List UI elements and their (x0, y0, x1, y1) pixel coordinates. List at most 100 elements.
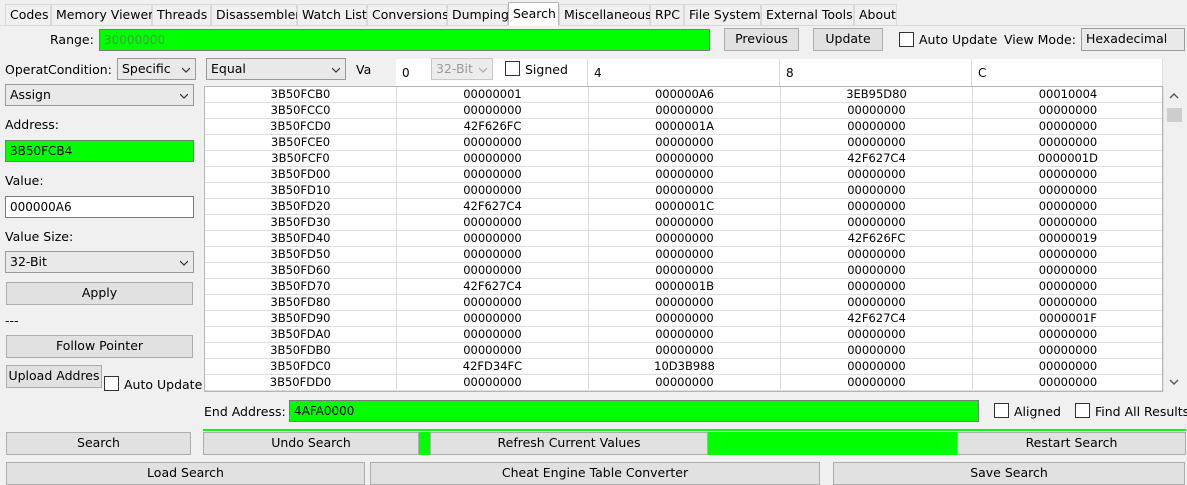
value-cell-4[interactable]: 10D3B988 (589, 359, 781, 375)
table-row[interactable]: 3B50FDD0 00000000 00000000 00000000 00000000 (205, 375, 1162, 391)
value-cell-0[interactable]: 00000000 (397, 135, 589, 151)
value-cell-8[interactable]: 42F627C4 (781, 151, 973, 167)
load-search-button[interactable]: Load Search (6, 462, 365, 485)
value-cell-4[interactable]: 000000A6 (589, 87, 781, 103)
tab-about[interactable]: About (854, 4, 897, 25)
scroll-down-icon[interactable] (1169, 378, 1179, 386)
value-cell-c[interactable]: 00000000 (973, 327, 1162, 343)
value-cell-c[interactable]: 00000000 (973, 295, 1162, 311)
value-cell-4[interactable]: 0000001B (589, 279, 781, 295)
value-cell-c[interactable]: 00000000 (973, 183, 1162, 199)
tab-miscellaneous[interactable]: Miscellaneous (559, 4, 652, 25)
update-button[interactable]: Update (813, 28, 883, 51)
address-cell[interactable]: 3B50FCC0 (205, 103, 397, 119)
table-row[interactable]: 3B50FCF0 00000000 00000000 42F627C4 0000001D (205, 151, 1162, 167)
value-cell-0[interactable]: 42F626FC (397, 119, 589, 135)
tab-file-system[interactable]: File System (684, 4, 761, 25)
value-cell-0[interactable]: 42F627C4 (397, 279, 589, 295)
value-cell-0[interactable]: 00000000 (397, 151, 589, 167)
value-cell-4[interactable]: 00000000 (589, 215, 781, 231)
value-cell-c[interactable]: 00000000 (973, 359, 1162, 375)
table-row[interactable]: 3B50FD70 42F627C4 0000001B 00000000 00000000 (205, 279, 1162, 295)
value-cell-0[interactable]: 00000000 (397, 311, 589, 327)
table-row[interactable]: 3B50FCB0 00000001 000000A6 3EB95D80 00010004 (205, 87, 1162, 103)
value-cell-c[interactable]: 0000001D (973, 151, 1162, 167)
upload-address-button[interactable]: Upload Addres (6, 365, 102, 388)
value-cell-0[interactable]: 00000000 (397, 167, 589, 183)
value-cell-8[interactable]: 00000000 (781, 247, 973, 263)
view-mode-select[interactable]: Hexadecimal (1081, 28, 1185, 51)
value-cell-8[interactable]: 00000000 (781, 327, 973, 343)
table-row[interactable]: 3B50FD00 00000000 00000000 00000000 00000000 (205, 167, 1162, 183)
value-cell-8[interactable]: 00000000 (781, 295, 973, 311)
address-cell[interactable]: 3B50FD70 (205, 279, 397, 295)
refresh-current-values-button[interactable]: Refresh Current Values (430, 432, 708, 455)
tab-threads[interactable]: Threads (152, 4, 211, 25)
value-cell-c[interactable]: 00000000 (973, 375, 1162, 391)
address-cell[interactable]: 3B50FCF0 (205, 151, 397, 167)
left-auto-update-checkbox[interactable] (104, 376, 119, 391)
value-cell-4[interactable]: 00000000 (589, 247, 781, 263)
follow-pointer-button[interactable]: Follow Pointer (6, 335, 193, 358)
grid-scrollbar[interactable] (1163, 86, 1184, 392)
undo-search-button[interactable]: Undo Search (203, 432, 419, 455)
address-cell[interactable]: 3B50FCD0 (205, 119, 397, 135)
tab-dumping[interactable]: Dumping (447, 4, 509, 25)
value-cell-0[interactable]: 00000001 (397, 87, 589, 103)
find-all-results-checkbox[interactable] (1075, 403, 1090, 418)
table-row[interactable]: 3B50FD80 00000000 00000000 00000000 00000000 (205, 295, 1162, 311)
value-cell-c[interactable]: 00000000 (973, 215, 1162, 231)
value-cell-0[interactable]: 00000000 (397, 231, 589, 247)
range-input[interactable]: 30000000 (99, 29, 710, 51)
value-cell-c[interactable]: 00000000 (973, 343, 1162, 359)
table-row[interactable]: 3B50FD30 00000000 00000000 00000000 00000000 (205, 215, 1162, 231)
save-search-button[interactable]: Save Search (833, 462, 1185, 485)
table-row[interactable]: 3B50FDA0 00000000 00000000 00000000 00000000 (205, 327, 1162, 343)
table-row[interactable]: 3B50FCD0 42F626FC 0000001A 00000000 00000000 (205, 119, 1162, 135)
address-cell[interactable]: 3B50FDA0 (205, 327, 397, 343)
tab-rpc[interactable]: RPC (650, 4, 684, 25)
tab-search[interactable]: Search (508, 2, 559, 26)
value-cell-c[interactable]: 00000000 (973, 199, 1162, 215)
table-row[interactable]: 3B50FD60 00000000 00000000 00000000 00000000 (205, 263, 1162, 279)
value-cell-c[interactable]: 00000000 (973, 103, 1162, 119)
value-cell-0[interactable]: 00000000 (397, 247, 589, 263)
address-cell[interactable]: 3B50FCB0 (205, 87, 397, 103)
value-cell-4[interactable]: 0000001C (589, 199, 781, 215)
address-cell[interactable]: 3B50FD80 (205, 295, 397, 311)
address-input[interactable]: 3B50FCB4 (5, 140, 194, 162)
value-cell-8[interactable]: 3EB95D80 (781, 87, 973, 103)
value-cell-8[interactable]: 00000000 (781, 119, 973, 135)
tab-memory-viewer[interactable]: Memory Viewer (51, 4, 153, 25)
signed-checkbox[interactable] (505, 61, 520, 76)
value-cell-c[interactable]: 00000000 (973, 279, 1162, 295)
address-cell[interactable]: 3B50FD90 (205, 311, 397, 327)
address-cell[interactable]: 3B50FCE0 (205, 135, 397, 151)
value-cell-c[interactable]: 00010004 (973, 87, 1162, 103)
table-row[interactable]: 3B50FD10 00000000 00000000 00000000 00000000 (205, 183, 1162, 199)
tab-conversions[interactable]: Conversions (367, 4, 449, 25)
value-cell-8[interactable]: 00000000 (781, 263, 973, 279)
value-cell-0[interactable]: 00000000 (397, 263, 589, 279)
address-cell[interactable]: 3B50FD00 (205, 167, 397, 183)
value-cell-0[interactable]: 00000000 (397, 327, 589, 343)
address-cell[interactable]: 3B50FD10 (205, 183, 397, 199)
end-address-input[interactable]: 4AFA0000 (289, 400, 979, 422)
value-cell-8[interactable]: 00000000 (781, 199, 973, 215)
apply-button[interactable]: Apply (6, 282, 193, 305)
value-cell-4[interactable]: 00000000 (589, 135, 781, 151)
value-size-select[interactable]: 32-Bit (5, 251, 194, 273)
value-cell-8[interactable]: 00000000 (781, 183, 973, 199)
value-cell-4[interactable]: 00000000 (589, 167, 781, 183)
address-cell[interactable]: 3B50FDC0 (205, 359, 397, 375)
address-cell[interactable]: 3B50FD50 (205, 247, 397, 263)
table-converter-button[interactable]: Cheat Engine Table Converter (370, 462, 820, 485)
address-cell[interactable]: 3B50FD30 (205, 215, 397, 231)
address-cell[interactable]: 3B50FDB0 (205, 343, 397, 359)
aligned-checkbox[interactable] (994, 403, 1009, 418)
address-cell[interactable]: 3B50FDD0 (205, 375, 397, 391)
value-cell-c[interactable]: 00000000 (973, 167, 1162, 183)
value-cell-c[interactable]: 00000000 (973, 247, 1162, 263)
value-cell-8[interactable]: 00000000 (781, 375, 973, 391)
value-cell-8[interactable]: 00000000 (781, 343, 973, 359)
